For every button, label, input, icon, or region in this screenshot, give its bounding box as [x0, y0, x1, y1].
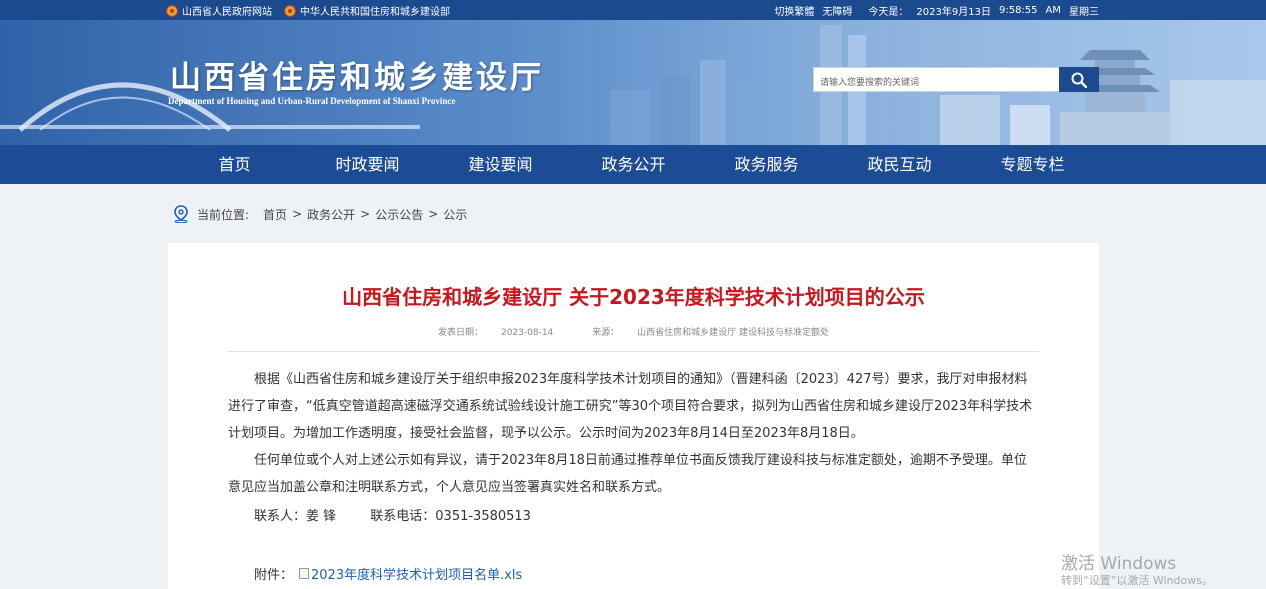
breadcrumb: 当前位置: 首页 > 政务公开 > 公示公告 > 公示 — [173, 204, 467, 224]
accessibility-link[interactable]: 无障碍 — [822, 3, 852, 18]
article-paragraph: 根据《山西省住房和城乡建设厅关于组织申报2023年度科学技术计划项目的通知》（晋… — [228, 372, 1033, 441]
attachment-row: 附件： 2023年度科学技术计划项目名单.xls — [254, 564, 522, 583]
source-value: 山西省住房和城乡建设厅 建设科技与标准定额处 — [637, 328, 830, 338]
broken-image-icon — [299, 568, 310, 579]
contact-info: 联系人：姜 锋 联系电话：0351-3580513 — [254, 505, 531, 524]
article-body: 根据《山西省住房和城乡建设厅关于组织申报2023年度科学技术计划项目的通知》（晋… — [228, 366, 1039, 501]
breadcrumb-separator: > — [292, 207, 303, 221]
title-divider — [228, 351, 1039, 352]
nav-item-politics-news[interactable]: 时政要闻 — [301, 145, 434, 184]
nav-item-home[interactable]: 首页 — [168, 145, 301, 184]
article-meta: 发表日期： 2023-08-14 来源： 山西省住房和城乡建设厅 建设科技与标准定额… — [168, 325, 1099, 338]
header-banner: 山西省住房和城乡建设厅 Department of Housing and Ur… — [0, 20, 1266, 145]
emblem-icon — [166, 4, 178, 17]
source-label: 来源： — [592, 328, 620, 338]
main-nav: 首页 时政要闻 建设要闻 政务公开 政务服务 政民互动 专题专栏 — [0, 145, 1266, 184]
link-mohurd[interactable]: 中华人民共和国住房和城乡建设部 — [284, 3, 450, 18]
activate-windows-hint: 转到“设置”以激活 Windows。 — [1061, 574, 1213, 587]
breadcrumb-announcements[interactable]: 公示公告 — [375, 206, 423, 223]
switch-traditional-link[interactable]: 切换繁體 — [774, 3, 814, 18]
today-prefix: 今天是： — [868, 7, 909, 18]
breadcrumb-separator: > — [428, 207, 439, 221]
search-icon — [1071, 72, 1087, 88]
weekday: 星期三 — [1069, 7, 1099, 18]
attachment-name: 2023年度科学技术计划项目名单.xls — [311, 568, 523, 583]
top-right-tools: 切换繁體 无障碍 今天是： 2023年9月13日 9:58:55 AM 星期三 — [766, 3, 1099, 18]
top-bar: 山西省人民政府网站 中华人民共和国住房和城乡建设部 切换繁體 无障碍 今天是： 2… — [0, 0, 1266, 20]
current-time: 9:58:55 — [998, 5, 1038, 16]
top-links: 山西省人民政府网站 中华人民共和国住房和城乡建设部 — [166, 3, 462, 18]
contact-phone: 联系电话：0351-3580513 — [370, 509, 531, 524]
nav-item-construction-news[interactable]: 建设要闻 — [434, 145, 567, 184]
contact-person: 联系人：姜 锋 — [254, 509, 337, 524]
nav-item-gov-affairs-open[interactable]: 政务公开 — [567, 145, 700, 184]
link-mohurd-label: 中华人民共和国住房和城乡建设部 — [300, 7, 450, 18]
breadcrumb-publicity[interactable]: 公示 — [443, 206, 467, 223]
breadcrumb-home[interactable]: 首页 — [263, 206, 287, 223]
article-card: 山西省住房和城乡建设厅 关于2023年度科学技术计划项目的公示 发表日期： 202… — [168, 243, 1099, 589]
article-paragraph: 任何单位或个人对上述公示如有异议，请于2023年8月18日前通过推荐单位书面反馈… — [228, 453, 1027, 495]
today-date: 2023年9月13日 — [916, 7, 991, 18]
emblem-icon — [284, 4, 296, 17]
article-title: 山西省住房和城乡建设厅 关于2023年度科学技术计划项目的公示 — [342, 285, 925, 309]
today-label: 今天是： 2023年9月13日 — [860, 3, 991, 18]
link-shanxi-gov-label: 山西省人民政府网站 — [182, 7, 272, 18]
nav-item-special-topics[interactable]: 专题专栏 — [966, 145, 1099, 184]
link-shanxi-gov[interactable]: 山西省人民政府网站 — [166, 3, 272, 18]
am-pm: AM — [1045, 5, 1061, 16]
search-button[interactable] — [1059, 67, 1099, 92]
activate-windows-watermark: 激活 Windows — [1061, 554, 1177, 574]
publish-date-value: 2023-08-14 — [500, 328, 554, 338]
attachment-link[interactable]: 2023年度科学技术计划项目名单.xls — [299, 564, 522, 583]
site-subtitle: Department of Housing and Urban-Rural De… — [168, 96, 456, 106]
article-source: 来源： 山西省住房和城乡建设厅 建设科技与标准定额处 — [583, 328, 838, 338]
search-input[interactable]: 请输入您要搜索的关键词 — [813, 67, 1060, 92]
site-title: 山西省住房和城乡建设厅 — [170, 60, 544, 96]
breadcrumb-label: 当前位置: — [197, 207, 250, 222]
attachment-label: 附件： — [254, 568, 294, 583]
publish-date: 发表日期： 2023-08-14 — [429, 328, 562, 338]
breadcrumb-separator: > — [360, 207, 371, 221]
nav-item-public-interaction[interactable]: 政民互动 — [833, 145, 966, 184]
location-pin-icon — [174, 205, 188, 223]
breadcrumb-gov-affairs-open[interactable]: 政务公开 — [307, 206, 355, 223]
publish-date-label: 发表日期： — [437, 328, 483, 338]
nav-item-gov-services[interactable]: 政务服务 — [700, 145, 833, 184]
